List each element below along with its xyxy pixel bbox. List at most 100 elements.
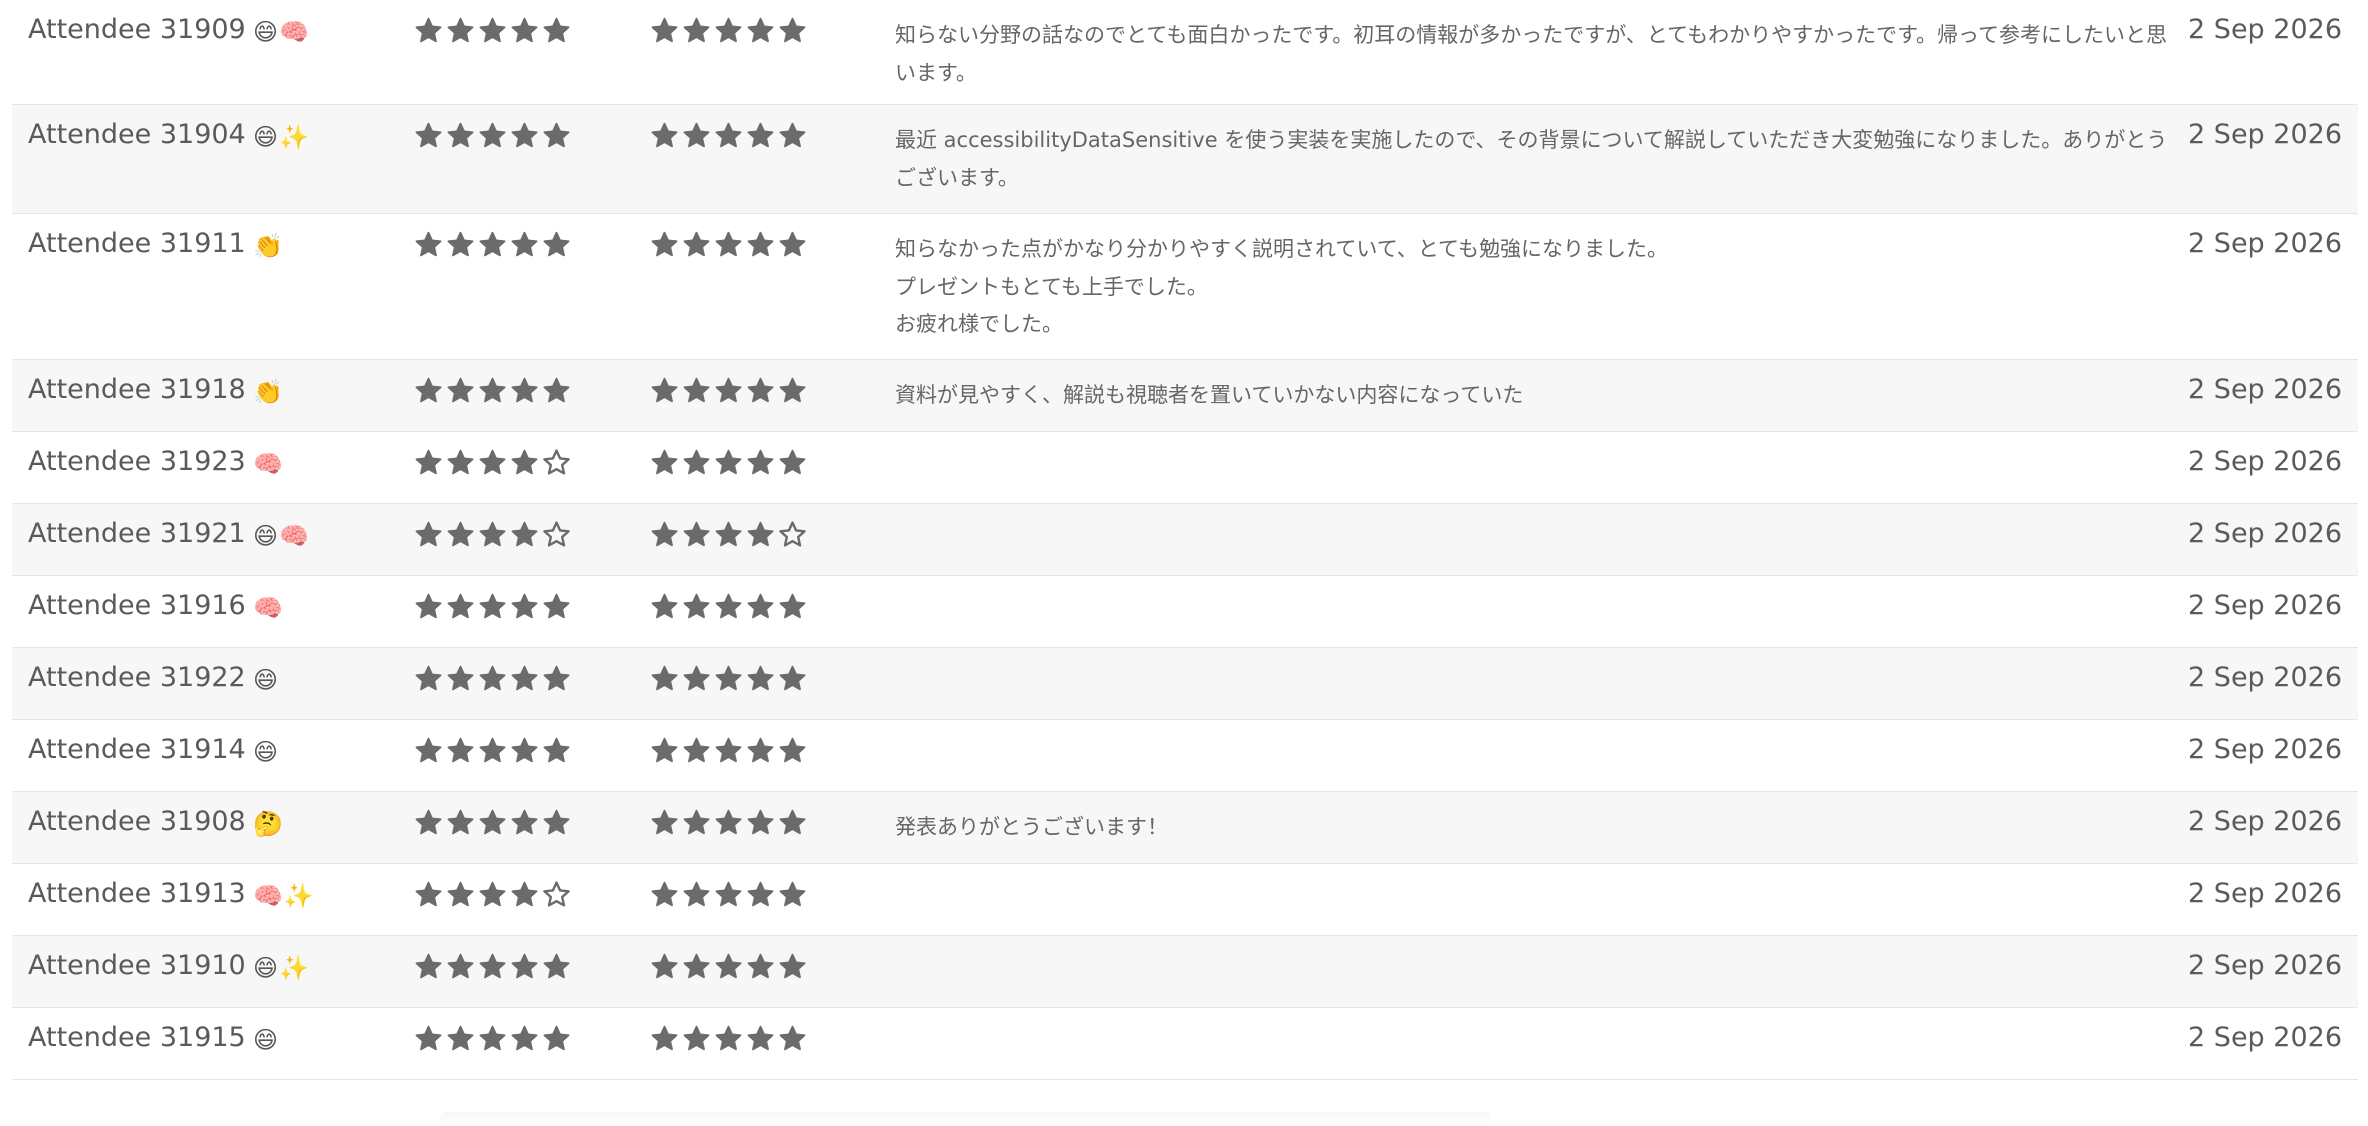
star-filled-icon [415,881,442,907]
rating-stars-1 [414,808,571,837]
star-empty-icon [543,521,570,547]
star-filled-icon [715,122,742,148]
submitted-date: 2 Sep 2026 [2188,662,2342,693]
comment-text: 最近 accessibilityDataSensitive を使う実装を実施した… [895,128,2168,190]
star-filled-icon [747,953,774,979]
star-filled-icon [651,593,678,619]
star-filled-icon [479,737,506,763]
reaction-emoji: 👏 [253,232,284,260]
star-filled-icon [415,737,442,763]
rating-stars-1 [414,16,571,45]
star-filled-icon [543,17,570,43]
star-filled-icon [543,737,570,763]
footer-shadow [440,1112,1490,1126]
table-row: Attendee 31913 🧠✨ 2 Sep 2026 [12,864,2358,936]
submitted-date: 2 Sep 2026 [2188,878,2342,909]
star-filled-icon [651,953,678,979]
submitted-date: 2 Sep 2026 [2188,1022,2342,1053]
star-filled-icon [511,593,538,619]
star-filled-icon [779,17,806,43]
rating-stars-2 [650,880,807,909]
star-filled-icon [779,809,806,835]
star-filled-icon [511,953,538,979]
feedback-table: Attendee 31909 😄🧠 知らない分野の話なのでとても面白かったです。初耳… [12,0,2358,1080]
attendee-name: Attendee 31922 [28,662,246,693]
star-filled-icon [651,231,678,257]
comment-text: 資料が見やすく、解説も視聴者を置いていかない内容になっていた [895,383,1524,407]
star-filled-icon [543,593,570,619]
table-row: Attendee 31923 🧠 2 Sep 2026 [12,432,2358,504]
star-empty-icon [543,449,570,475]
attendee-name: Attendee 31908 [28,806,246,837]
rating-stars-1 [414,520,571,549]
star-filled-icon [715,737,742,763]
star-filled-icon [511,521,538,547]
star-filled-icon [415,1025,442,1051]
star-filled-icon [415,122,442,148]
table-row: Attendee 31915 😄 2 Sep 2026 [12,1008,2358,1080]
star-filled-icon [447,665,474,691]
table-row: Attendee 31911 👏 知らなかった点がかなり分かりやすく説明されていて、… [12,214,2358,360]
star-filled-icon [779,231,806,257]
reaction-emoji: 🧠 [253,450,284,478]
star-filled-icon [683,122,710,148]
star-filled-icon [651,809,678,835]
reaction-emoji: 🧠✨ [253,882,315,910]
submitted-date: 2 Sep 2026 [2188,734,2342,765]
rating-stars-2 [650,592,807,621]
attendee-name: Attendee 31909 [28,14,246,45]
star-filled-icon [447,953,474,979]
comment-text: 発表ありがとうございます！ [895,815,1168,839]
star-filled-icon [479,809,506,835]
reaction-emoji: 👏 [253,378,284,406]
rating-stars-2 [650,16,807,45]
rating-stars-1 [414,230,571,259]
star-filled-icon [683,231,710,257]
reaction-emoji: 😄 [253,1026,280,1054]
star-filled-icon [479,377,506,403]
star-filled-icon [447,122,474,148]
submitted-date: 2 Sep 2026 [2188,950,2342,981]
star-filled-icon [747,449,774,475]
star-filled-icon [479,881,506,907]
star-filled-icon [511,122,538,148]
rating-stars-2 [650,121,807,150]
rating-stars-1 [414,736,571,765]
star-filled-icon [683,953,710,979]
submitted-date: 2 Sep 2026 [2188,119,2342,150]
star-filled-icon [543,122,570,148]
star-filled-icon [479,17,506,43]
rating-stars-1 [414,664,571,693]
star-filled-icon [511,881,538,907]
star-empty-icon [779,521,806,547]
star-filled-icon [651,521,678,547]
star-filled-icon [779,665,806,691]
star-filled-icon [683,881,710,907]
star-filled-icon [715,17,742,43]
star-filled-icon [779,449,806,475]
submitted-date: 2 Sep 2026 [2188,14,2342,45]
star-filled-icon [715,521,742,547]
star-filled-icon [511,665,538,691]
star-filled-icon [715,1025,742,1051]
star-filled-icon [651,449,678,475]
star-filled-icon [715,593,742,619]
attendee-name: Attendee 31910 [28,950,246,981]
star-filled-icon [683,593,710,619]
star-filled-icon [651,122,678,148]
star-filled-icon [479,122,506,148]
star-filled-icon [511,809,538,835]
star-filled-icon [543,1025,570,1051]
star-filled-icon [543,231,570,257]
star-filled-icon [479,521,506,547]
reaction-emoji: 😄 [253,738,280,766]
rating-stars-1 [414,376,571,405]
rating-stars-2 [650,520,807,549]
attendee-name: Attendee 31915 [28,1022,246,1053]
rating-stars-2 [650,952,807,981]
star-filled-icon [651,665,678,691]
star-filled-icon [747,521,774,547]
star-filled-icon [511,1025,538,1051]
star-filled-icon [447,737,474,763]
star-filled-icon [479,593,506,619]
